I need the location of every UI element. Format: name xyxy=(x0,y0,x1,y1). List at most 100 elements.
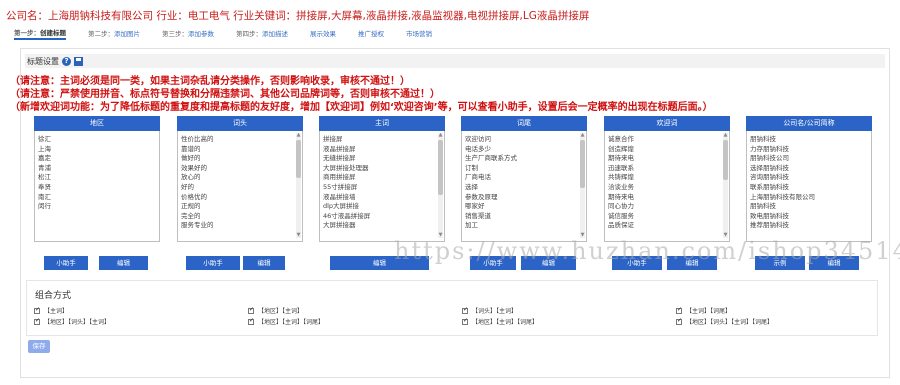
list-item[interactable]: 力存朋钠科技 xyxy=(750,145,867,155)
list-item[interactable]: 奉贤 xyxy=(38,183,155,193)
edit-button-main[interactable]: 编辑 xyxy=(330,256,429,270)
scroll-up-icon[interactable]: ▲ xyxy=(296,133,301,138)
list-item[interactable]: 液晶拼接墙 xyxy=(323,193,440,203)
combo-option[interactable]: 【词头】【主词】 xyxy=(462,306,517,315)
list-item[interactable]: 上海 xyxy=(38,145,155,155)
word-listbox[interactable]: 拼接屏 液晶拼接屏 无缝拼接屏 大屏拼接处理器 商用拼接屏 55寸拼接屏 液晶拼接墙 dlp大… xyxy=(319,131,445,242)
list-item[interactable]: 同心协力 xyxy=(608,202,725,212)
scroll-thumb[interactable] xyxy=(296,140,301,178)
helper-button-suffix[interactable]: 小助手 xyxy=(470,256,516,270)
combo-option[interactable]: 【地区】【主词】【词尾】 xyxy=(462,317,538,326)
list-item[interactable]: 靠谱的 xyxy=(181,145,298,155)
list-item[interactable]: dlp大屏拼接 xyxy=(323,202,440,212)
combo-checkbox[interactable] xyxy=(462,306,468,314)
scroll-up-icon[interactable]: ▲ xyxy=(723,133,728,138)
list-item[interactable]: 服务专业的 xyxy=(181,221,298,231)
word-listbox[interactable]: 诚意合作 创造辉煌 期待来电 迅速联系 共铸辉煌 洽谈业务 期待来电 同心协力 诚信服务 品质保证… xyxy=(604,131,730,242)
example-button-company[interactable]: 示例 xyxy=(755,256,805,270)
scroll-thumb[interactable] xyxy=(723,140,728,180)
list-item[interactable]: 期待来电 xyxy=(608,154,725,164)
list-item[interactable]: 性价比高的 xyxy=(181,135,298,145)
list-item[interactable]: 迅速联系 xyxy=(608,164,725,174)
combo-checkbox[interactable] xyxy=(248,306,254,314)
word-listbox[interactable]: 欢迎访问 电话多少 生产厂商联系方式 订制 厂商电话 选择 参数及原理 哪家好 销售渠道 加工 ▲ ▼ xyxy=(461,131,587,242)
list-item[interactable]: 好的 xyxy=(181,183,298,193)
list-item[interactable]: 无缝拼接屏 xyxy=(323,154,440,164)
edit-button-company[interactable]: 编辑 xyxy=(809,256,859,270)
question-circle-icon[interactable]: ? xyxy=(62,56,71,66)
list-item[interactable]: 上海朋钠科技有限公司 xyxy=(750,193,867,203)
list-item[interactable]: 46寸液晶拼接屏 xyxy=(323,212,440,222)
scrollbar[interactable]: ▲ ▼ xyxy=(580,133,585,238)
step-tab[interactable]: 第三步：添加参数 xyxy=(162,28,214,38)
helper-button-welcome[interactable]: 小助手 xyxy=(612,256,662,270)
list-item[interactable]: 55寸拼接屏 xyxy=(323,183,440,193)
scroll-down-icon[interactable]: ▼ xyxy=(438,233,443,238)
scrollbar[interactable]: ▲ ▼ xyxy=(438,133,443,238)
list-item[interactable]: 朋钠科技公司 xyxy=(750,154,867,164)
scroll-down-icon[interactable]: ▼ xyxy=(296,233,301,238)
list-item[interactable]: 徐汇 xyxy=(38,135,155,145)
step-tab[interactable]: 展示效果 xyxy=(310,28,336,38)
list-item[interactable]: 闵行 xyxy=(38,202,155,212)
list-item[interactable]: 松江 xyxy=(38,173,155,183)
list-item[interactable]: 参数及原理 xyxy=(465,193,582,203)
list-item[interactable]: 拼接屏 xyxy=(323,135,440,145)
combo-checkbox[interactable] xyxy=(462,317,468,325)
list-item[interactable]: 选择朋钠科技 xyxy=(750,164,867,174)
list-item[interactable]: 正规的 xyxy=(181,202,298,212)
scroll-up-icon[interactable]: ▲ xyxy=(438,133,443,138)
combo-checkbox[interactable] xyxy=(676,306,682,314)
helper-button-region[interactable]: 小助手 xyxy=(44,256,88,270)
scrollbar[interactable]: ▲ ▼ xyxy=(296,133,301,238)
list-item[interactable]: 诚信服务 xyxy=(608,212,725,222)
step-tab[interactable]: 推广授权 xyxy=(358,28,384,38)
list-item[interactable]: 销售渠道 xyxy=(465,212,582,222)
list-item[interactable]: 欢迎访问 xyxy=(465,135,582,145)
list-item[interactable]: 联系朋钠科技 xyxy=(750,183,867,193)
list-item[interactable]: 致电朋钠科技 xyxy=(750,212,867,222)
list-item[interactable]: 订制 xyxy=(465,164,582,174)
list-item[interactable]: 大屏拼接处理器 xyxy=(323,164,440,174)
combo-option[interactable]: 【地区】【词头】【主词】 xyxy=(34,317,110,326)
word-listbox[interactable]: 徐汇 上海 嘉定 青浦 松江 奉贤 南汇 闵行 xyxy=(34,131,160,242)
combo-option[interactable]: 【主词】【词尾】 xyxy=(676,306,731,315)
list-item[interactable]: 南汇 xyxy=(38,193,155,203)
list-item[interactable]: 选择 xyxy=(465,183,582,193)
list-item[interactable]: 共铸辉煌 xyxy=(608,173,725,183)
list-item[interactable]: 电话多少 xyxy=(465,145,582,155)
scrollbar[interactable]: ▲ ▼ xyxy=(723,133,728,238)
list-item[interactable]: 推荐朋钠科技 xyxy=(750,221,867,231)
word-listbox[interactable]: 性价比高的 靠谱的 做好的 效果好的 放心的 好的 价格优的 正规的 完全的 服务专业的 ▲ ▼ xyxy=(177,131,303,242)
scroll-down-icon[interactable]: ▼ xyxy=(723,233,728,238)
scroll-thumb[interactable] xyxy=(438,140,443,195)
list-item[interactable]: 诚意合作 xyxy=(608,135,725,145)
combo-option[interactable]: 【地区】【主词】 xyxy=(248,306,303,315)
scroll-up-icon[interactable]: ▲ xyxy=(580,133,585,138)
edit-button-suffix[interactable]: 编辑 xyxy=(521,256,576,270)
list-item[interactable]: 品质保证 xyxy=(608,221,725,231)
list-item[interactable]: 嘉定 xyxy=(38,154,155,164)
word-listbox[interactable]: 朋钠科技 力存朋钠科技 朋钠科技公司 选择朋钠科技 咨询朋钠科技 联系朋钠科技 上海朋钠科技… xyxy=(746,131,872,242)
list-item[interactable]: 放心的 xyxy=(181,173,298,183)
combo-option[interactable]: 【地区】【主词】【词尾】 xyxy=(248,317,324,326)
list-item[interactable]: 洽谈业务 xyxy=(608,183,725,193)
step-tab[interactable]: 第四步：添加描述 xyxy=(236,28,288,38)
edit-button-prefix[interactable]: 编辑 xyxy=(243,256,285,270)
list-item[interactable]: 加工 xyxy=(465,221,582,231)
scroll-thumb[interactable] xyxy=(580,140,585,188)
scroll-down-icon[interactable]: ▼ xyxy=(580,233,585,238)
combo-checkbox[interactable] xyxy=(34,306,40,314)
step-tab[interactable]: 第一步：创建标题 xyxy=(14,27,66,40)
list-item[interactable]: 完全的 xyxy=(181,212,298,222)
combo-checkbox[interactable] xyxy=(248,317,254,325)
floppy-save-icon[interactable] xyxy=(74,56,83,66)
save-button[interactable]: 保存 xyxy=(28,340,50,353)
list-item[interactable]: 商用拼接屏 xyxy=(323,173,440,183)
list-item[interactable]: 期待来电 xyxy=(608,193,725,203)
list-item[interactable]: 做好的 xyxy=(181,154,298,164)
list-item[interactable]: 大屏拼接器 xyxy=(323,221,440,231)
combo-checkbox[interactable] xyxy=(34,317,40,325)
list-item[interactable]: 厂商电话 xyxy=(465,173,582,183)
list-item[interactable]: 效果好的 xyxy=(181,164,298,174)
